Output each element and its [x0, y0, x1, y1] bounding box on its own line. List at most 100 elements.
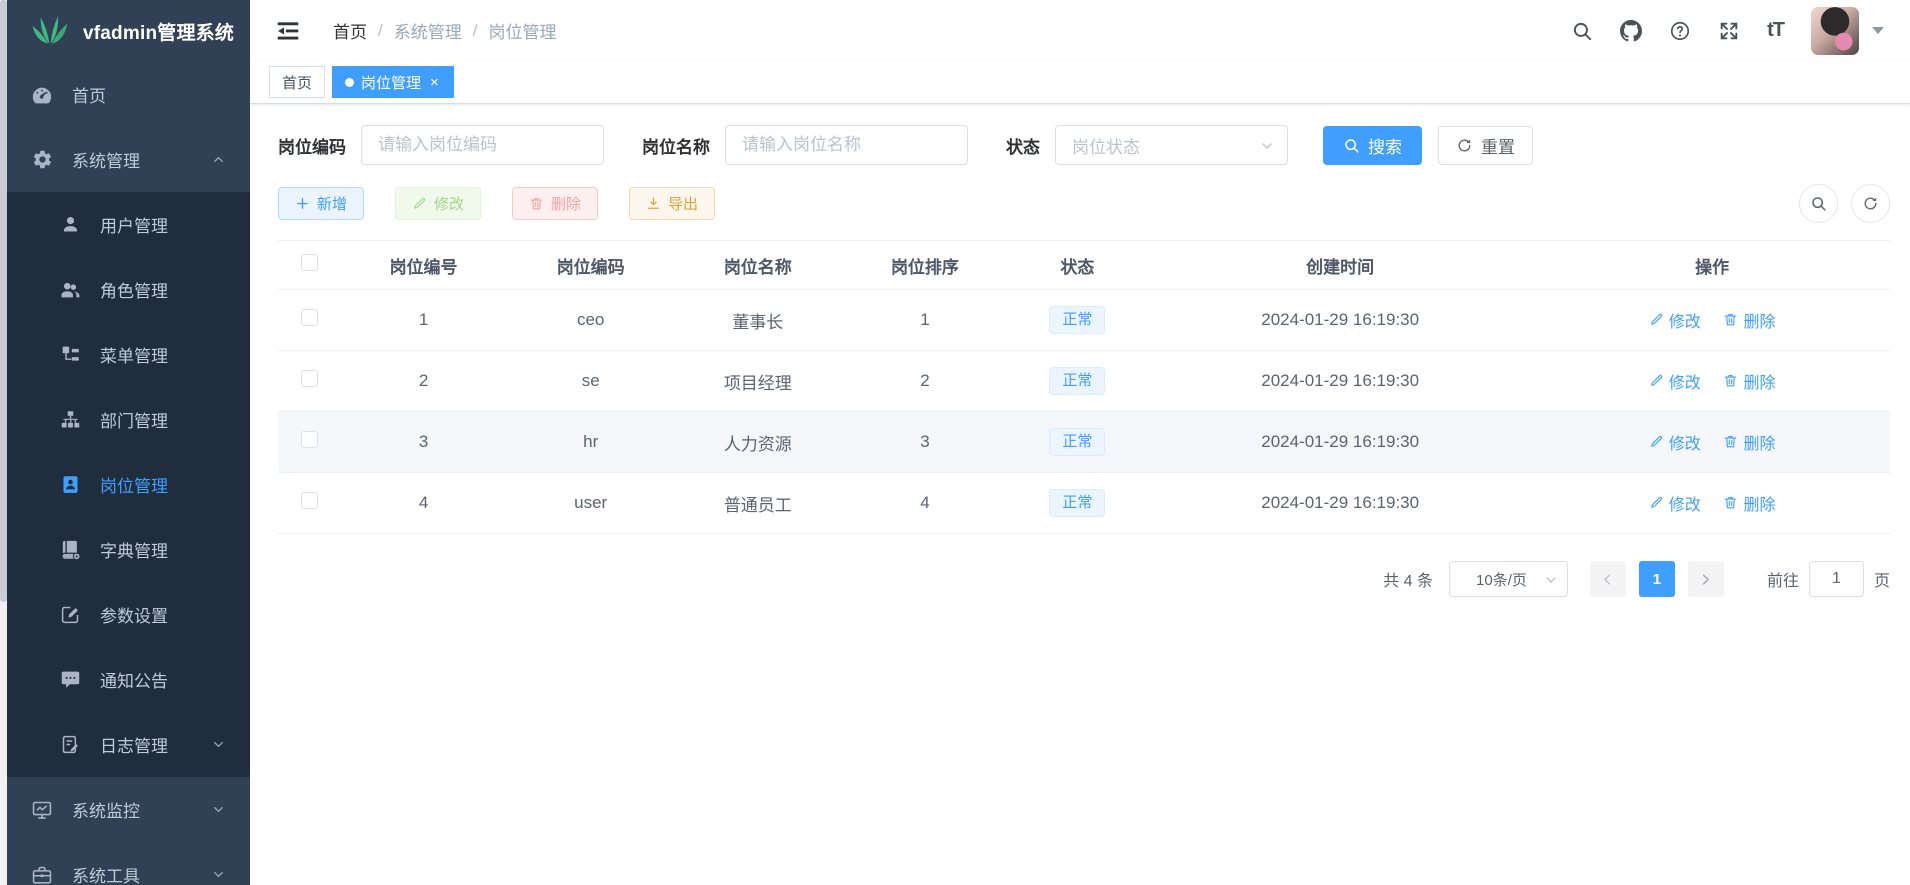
close-icon[interactable]: ×	[428, 74, 441, 91]
toggle-search-button[interactable]	[1799, 184, 1838, 223]
chevron-left-icon	[1600, 572, 1615, 587]
row-delete-link[interactable]: 删除	[1723, 491, 1775, 515]
caret-down-icon[interactable]	[1872, 27, 1884, 34]
row-delete-link[interactable]: 删除	[1723, 369, 1775, 393]
sidebar-item-dictionaries[interactable]: 字典管理	[0, 517, 250, 582]
row-edit-link[interactable]: 修改	[1649, 491, 1701, 515]
search-icon[interactable]	[1571, 20, 1593, 42]
sidebar-item-posts[interactable]: 岗位管理	[0, 452, 250, 517]
app-logo[interactable]: vfadmin管理系统	[0, 0, 250, 62]
sidebar-scrollbar[interactable]	[0, 0, 7, 885]
edit-square-icon	[58, 603, 82, 627]
post-name-input[interactable]	[725, 125, 968, 165]
refresh-table-button[interactable]	[1851, 184, 1890, 223]
cell-post-sort: 3	[841, 412, 1008, 473]
search-icon	[1810, 195, 1827, 212]
sidebar-item-notices[interactable]: 通知公告	[0, 647, 250, 712]
sidebar-item-home[interactable]: 首页	[0, 62, 250, 127]
sidebar-item-label: 系统工具	[72, 862, 140, 885]
tags-view-bar: 首页 岗位管理 ×	[250, 61, 1910, 104]
reset-button[interactable]: 重置	[1438, 126, 1533, 165]
sidebar-scrollbar-thumb[interactable]	[0, 0, 7, 602]
status-select[interactable]: 岗位状态	[1055, 125, 1288, 165]
trash-icon	[1723, 373, 1738, 388]
cell-created-time: 2024-01-29 16:19:30	[1146, 412, 1534, 473]
row-checkbox[interactable]	[301, 370, 318, 387]
sidebar-item-roles[interactable]: 角色管理	[0, 257, 250, 322]
cell-post-code: user	[507, 473, 674, 534]
next-page-button[interactable]	[1688, 561, 1724, 597]
cell-post-name: 项目经理	[674, 351, 841, 412]
cell-post-code: se	[507, 351, 674, 412]
post-code-input[interactable]	[361, 125, 604, 165]
sidebar-item-label: 日志管理	[100, 732, 168, 757]
collapse-sidebar-icon[interactable]	[275, 18, 301, 44]
prev-page-button[interactable]	[1590, 561, 1626, 597]
post-name-label: 岗位名称	[642, 133, 710, 158]
chevron-down-icon	[211, 737, 226, 752]
table-row[interactable]: 2 se 项目经理 2 正常 2024-01-29 16:19:30 修改 删除	[278, 351, 1890, 412]
sidebar-item-label: 岗位管理	[100, 472, 168, 497]
table-row[interactable]: 1 ceo 董事长 1 正常 2024-01-29 16:19:30 修改 删除	[278, 290, 1890, 351]
fullscreen-icon[interactable]	[1718, 20, 1740, 42]
row-delete-link[interactable]: 删除	[1723, 308, 1775, 332]
cell-post-name: 普通员工	[674, 473, 841, 534]
tab-home[interactable]: 首页	[269, 66, 325, 98]
sidebar-item-logs[interactable]: 日志管理	[0, 712, 250, 777]
sidebar-item-users[interactable]: 用户管理	[0, 192, 250, 257]
add-button[interactable]: 新增	[278, 187, 364, 220]
sidebar-menu: 首页 系统管理 用户管理 角色管理 菜单管理	[0, 62, 250, 885]
trash-icon	[1723, 495, 1738, 510]
tab-post-management[interactable]: 岗位管理 ×	[332, 66, 454, 98]
sidebar-item-departments[interactable]: 部门管理	[0, 387, 250, 452]
breadcrumb-home[interactable]: 首页	[333, 18, 367, 43]
status-badge: 正常	[1049, 367, 1105, 396]
sidebar-item-system-tools[interactable]: 系统工具	[0, 842, 250, 885]
edit-button[interactable]: 修改	[395, 187, 481, 220]
sidebar-item-parameters[interactable]: 参数设置	[0, 582, 250, 647]
pencil-icon	[1649, 312, 1664, 327]
monitor-icon	[30, 798, 54, 822]
id-badge-icon	[58, 473, 82, 497]
github-icon[interactable]	[1620, 20, 1642, 42]
row-checkbox[interactable]	[301, 309, 318, 326]
delete-button[interactable]: 删除	[512, 187, 598, 220]
sidebar-item-label: 部门管理	[100, 407, 168, 432]
goto-page-input[interactable]	[1809, 561, 1864, 597]
sidebar-item-label: 角色管理	[100, 277, 168, 302]
page-number-button[interactable]: 1	[1639, 561, 1675, 597]
font-size-icon[interactable]: tT	[1767, 19, 1784, 42]
table-row[interactable]: 4 user 普通员工 4 正常 2024-01-29 16:19:30 修改 …	[278, 473, 1890, 534]
row-edit-link[interactable]: 修改	[1649, 369, 1701, 393]
sidebar-item-system-management[interactable]: 系统管理	[0, 127, 250, 192]
page-unit-label: 页	[1874, 567, 1890, 591]
avatar[interactable]	[1811, 7, 1859, 55]
sidebar-item-system-monitor[interactable]: 系统监控	[0, 777, 250, 842]
row-delete-link[interactable]: 删除	[1723, 430, 1775, 454]
page-size-select[interactable]: 10条/页	[1449, 561, 1568, 597]
cell-post-id: 3	[340, 412, 507, 473]
pagination: 共 4 条 10条/页 1 前往 页	[278, 561, 1890, 597]
search-button[interactable]: 搜索	[1323, 126, 1422, 165]
select-all-checkbox[interactable]	[301, 254, 318, 271]
user-icon	[58, 213, 82, 237]
sidebar-item-label: 菜单管理	[100, 342, 168, 367]
dashboard-icon	[30, 83, 54, 107]
row-edit-link[interactable]: 修改	[1649, 308, 1701, 332]
cell-created-time: 2024-01-29 16:19:30	[1146, 290, 1534, 351]
breadcrumb-system[interactable]: 系统管理	[394, 18, 462, 43]
row-checkbox[interactable]	[301, 492, 318, 509]
toolbox-icon	[30, 863, 54, 885]
row-checkbox[interactable]	[301, 431, 318, 448]
row-edit-link[interactable]: 修改	[1649, 430, 1701, 454]
sidebar-item-menus[interactable]: 菜单管理	[0, 322, 250, 387]
tab-label: 首页	[282, 72, 312, 93]
chevron-down-icon	[1543, 572, 1559, 588]
export-button[interactable]: 导出	[629, 187, 715, 220]
column-header: 状态	[1009, 241, 1147, 290]
help-icon[interactable]	[1669, 20, 1691, 42]
table-tools	[1799, 184, 1890, 223]
table-row[interactable]: 3 hr 人力资源 3 正常 2024-01-29 16:19:30 修改 删除	[278, 412, 1890, 473]
tree-list-icon	[58, 343, 82, 367]
page-size-value: 10条/页	[1476, 569, 1527, 590]
